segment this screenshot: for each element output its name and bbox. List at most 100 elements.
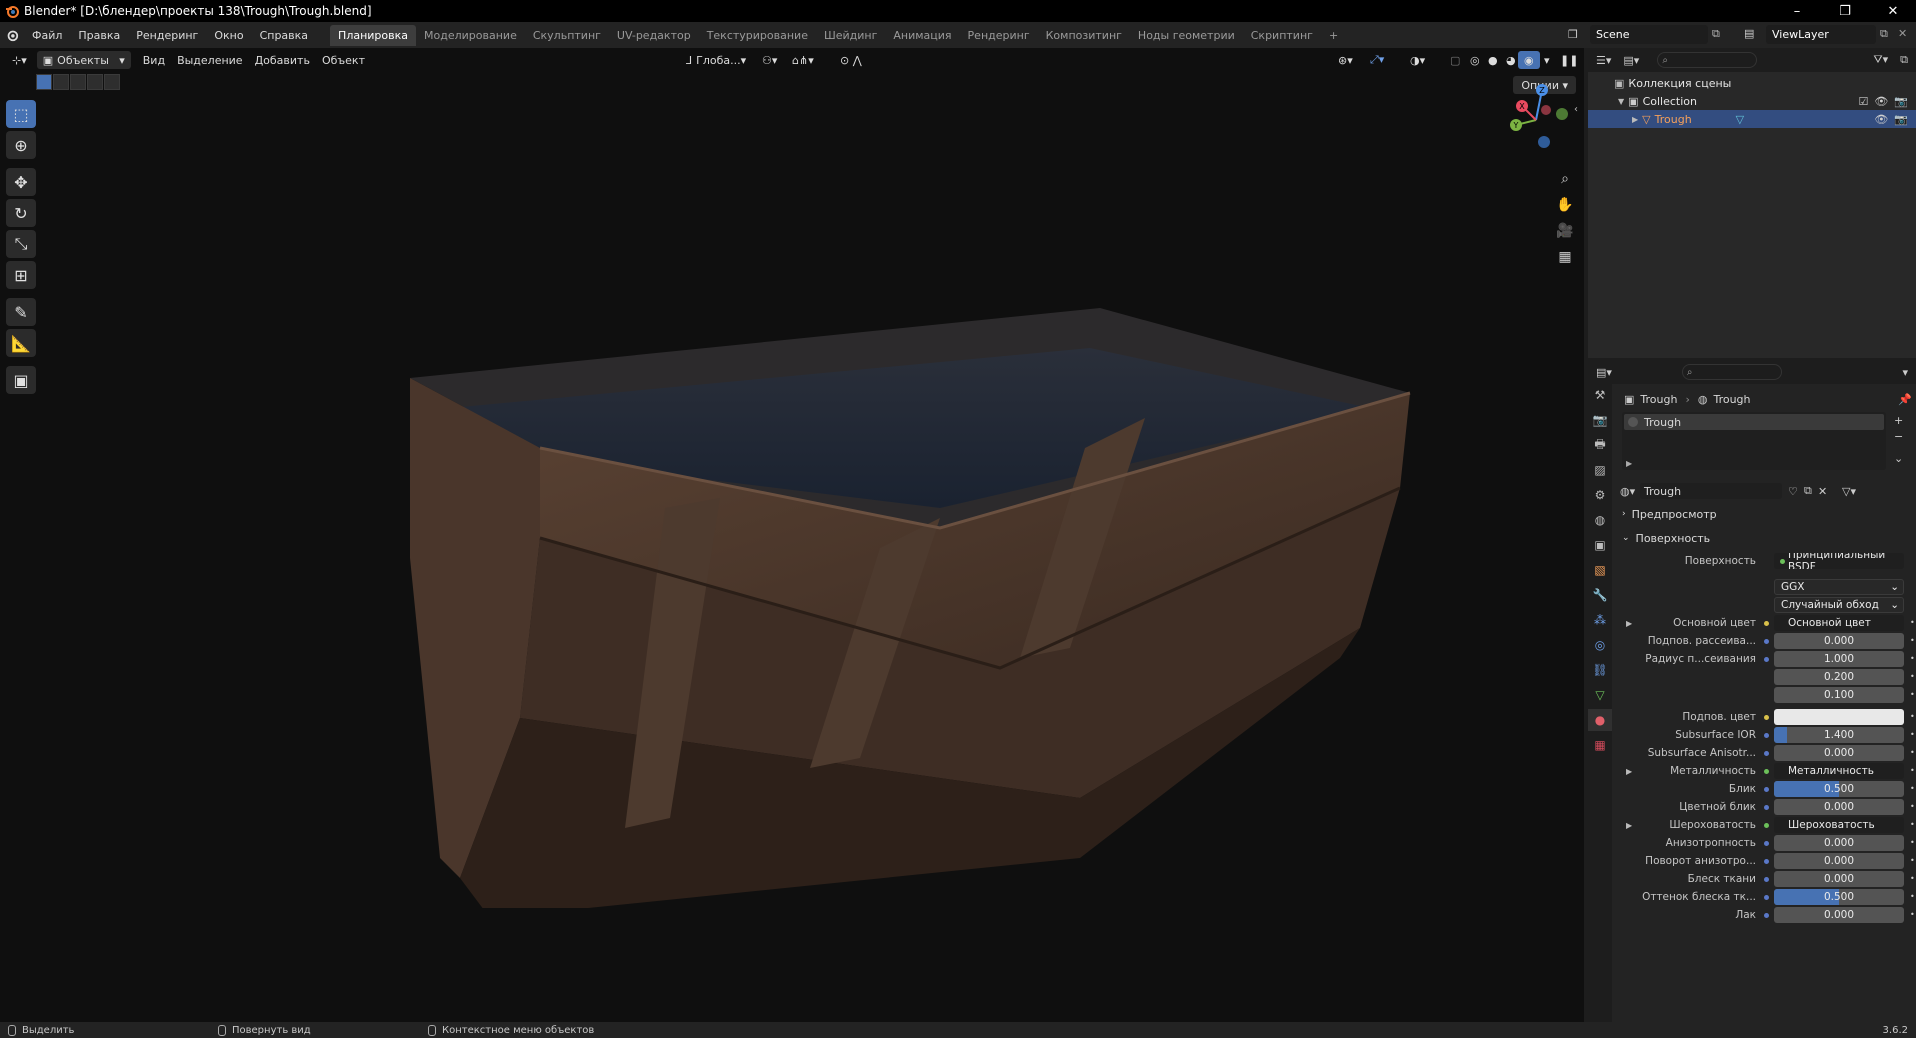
socket-dot-icon[interactable]: [1761, 874, 1771, 884]
render-camera-icon[interactable]: 📷: [1894, 113, 1908, 126]
keyframe-dot-icon[interactable]: •: [1910, 785, 1916, 793]
new-view-layer-icon[interactable]: ⧉: [1880, 27, 1888, 41]
particles-tab-icon[interactable]: ⁂: [1588, 609, 1612, 631]
bsdf-row-field[interactable]: 0.100: [1774, 687, 1904, 703]
bsdf-row-field[interactable]: 0.500: [1774, 781, 1904, 797]
surface-panel-header[interactable]: ⌄ Поверхность: [1618, 528, 1916, 548]
maximize-button[interactable]: ❐: [1822, 0, 1868, 22]
expand-collection-icon[interactable]: ▼: [1618, 97, 1624, 106]
menu-object[interactable]: Объект: [316, 51, 371, 69]
view-layer-field[interactable]: ViewLayer: [1766, 25, 1876, 44]
tab-shading[interactable]: Шейдинг: [816, 25, 885, 46]
bsdf-row-field[interactable]: 0.000: [1774, 835, 1904, 851]
bsdf-row-field[interactable]: [1774, 709, 1904, 725]
mode-dropdown[interactable]: ▣ Объекты ▾: [36, 51, 131, 69]
close-button[interactable]: ✕: [1870, 0, 1916, 22]
material-slot-item[interactable]: Trough: [1624, 414, 1884, 430]
bsdf-row-field[interactable]: Металличность: [1774, 763, 1904, 779]
view-layer-icon[interactable]: ▤: [1744, 27, 1754, 40]
socket-dot-icon[interactable]: [1761, 892, 1771, 902]
bsdf-row-field[interactable]: 0.000: [1774, 745, 1904, 761]
select-new-icon[interactable]: [36, 74, 52, 90]
tab-sculpting[interactable]: Скульптинг: [525, 25, 609, 46]
rendered-shading-icon[interactable]: ◉: [1518, 51, 1540, 69]
visibility-eye-icon[interactable]: 👁: [1874, 95, 1888, 108]
tab-texture-paint[interactable]: Текстурирование: [699, 25, 816, 46]
keyframe-dot-icon[interactable]: •: [1910, 713, 1916, 721]
outliner-scene-collection[interactable]: ▣ Коллекция сцены: [1588, 74, 1916, 92]
menu-add[interactable]: Добавить: [249, 51, 316, 69]
socket-dot-icon[interactable]: [1761, 802, 1771, 812]
keyframe-dot-icon[interactable]: •: [1910, 857, 1916, 865]
duplicate-material-icon[interactable]: ⧉: [1804, 484, 1812, 498]
keyframe-dot-icon[interactable]: •: [1910, 839, 1916, 847]
mesh-data-tab-icon[interactable]: ▽: [1588, 684, 1612, 706]
menu-view[interactable]: Вид: [137, 51, 171, 69]
browse-material-icon[interactable]: ◍▾: [1620, 485, 1635, 498]
socket-dot-icon[interactable]: [1761, 618, 1771, 628]
new-collection-icon[interactable]: ⧉: [1900, 53, 1908, 67]
navigation-gizmo[interactable]: Z Y X: [1496, 80, 1576, 160]
annotate-tool[interactable]: ✎: [6, 298, 36, 326]
tab-compositing[interactable]: Композитинг: [1038, 25, 1130, 46]
add-workspace-button[interactable]: +: [1321, 25, 1346, 46]
filter-icon[interactable]: ⛛▾: [1873, 53, 1888, 67]
pivot-icon[interactable]: ⚇▾: [756, 51, 783, 69]
select-subtract-icon[interactable]: [70, 74, 86, 90]
tool-tab-icon[interactable]: ⚒: [1588, 384, 1612, 406]
transform-orientation-dropdown[interactable]: ⅃ Глоба... ▾: [680, 51, 752, 69]
view-layer-tab-icon[interactable]: ▨: [1588, 459, 1612, 481]
select-box-tool[interactable]: ⬚: [6, 100, 36, 128]
menu-select[interactable]: Выделение: [171, 51, 249, 69]
socket-dot-icon[interactable]: [1761, 820, 1771, 830]
ortho-toggle-icon[interactable]: ▦: [1554, 246, 1576, 268]
3d-viewport[interactable]: ⊹▾ ▣ Объекты ▾ Вид Выделение Добавить Об…: [0, 48, 1584, 1022]
scene-field[interactable]: Scene: [1590, 25, 1708, 44]
modifier-tab-icon[interactable]: 🔧: [1588, 584, 1612, 606]
object-tab-icon[interactable]: ▧: [1588, 559, 1612, 581]
keyframe-dot-icon[interactable]: •: [1910, 731, 1916, 739]
visibility-icon[interactable]: ⊛▾: [1332, 51, 1359, 69]
minimize-button[interactable]: –: [1774, 0, 1820, 22]
collection-tab-icon[interactable]: ▣: [1588, 534, 1612, 556]
move-tool[interactable]: ✥: [6, 168, 36, 196]
tab-modeling[interactable]: Моделирование: [416, 25, 525, 46]
keyframe-dot-icon[interactable]: •: [1910, 911, 1916, 919]
bsdf-row-field[interactable]: 0.000: [1774, 871, 1904, 887]
menu-window[interactable]: Окно: [206, 29, 251, 42]
bsdf-row-field[interactable]: 0.000: [1774, 907, 1904, 923]
distribution-dropdown[interactable]: GGX ⌄: [1774, 579, 1904, 595]
socket-dot-icon[interactable]: [1761, 784, 1771, 794]
surface-shader-field[interactable]: Принципиальный BSDF: [1774, 553, 1904, 569]
socket-dot-icon[interactable]: [1761, 636, 1771, 646]
tab-uv-editing[interactable]: UV-редактор: [609, 25, 699, 46]
scale-tool[interactable]: ⤡: [6, 230, 36, 258]
pan-hand-icon[interactable]: ✋: [1554, 194, 1576, 216]
rotate-tool[interactable]: ↻: [6, 199, 36, 227]
tab-scripting[interactable]: Скриптинг: [1243, 25, 1321, 46]
socket-dot-icon[interactable]: [1761, 748, 1771, 758]
socket-dot-icon[interactable]: [1761, 856, 1771, 866]
physics-tab-icon[interactable]: ◎: [1588, 634, 1612, 656]
tab-layout[interactable]: Планировка: [330, 24, 417, 46]
fake-user-icon[interactable]: ♡: [1788, 485, 1798, 498]
expand-object-icon[interactable]: ▶: [1632, 115, 1638, 124]
measure-tool[interactable]: 📐: [6, 329, 36, 357]
keyframe-dot-icon[interactable]: •: [1910, 875, 1916, 883]
slot-specials-button[interactable]: ⌄: [1894, 452, 1903, 465]
overlay-toggle-icon[interactable]: ◑▾: [1404, 51, 1431, 69]
pause-render-icon[interactable]: ❚❚: [1554, 51, 1584, 69]
remove-slot-button[interactable]: −: [1894, 430, 1903, 443]
transform-tool[interactable]: ⊞: [6, 261, 36, 289]
mesh-data-icon[interactable]: ▽: [1736, 113, 1744, 126]
proportional-edit-icon[interactable]: ⊙ ⋀: [834, 51, 868, 69]
pin-icon[interactable]: 📌: [1898, 393, 1912, 406]
shading-options-icon[interactable]: ▾: [1538, 51, 1556, 69]
world-tab-icon[interactable]: ◍: [1588, 509, 1612, 531]
keyframe-dot-icon[interactable]: •: [1910, 619, 1916, 627]
bsdf-row-field[interactable]: 1.000: [1774, 651, 1904, 667]
socket-dot-icon[interactable]: [1761, 766, 1771, 776]
outliner-collection[interactable]: ▼ ▣ Collection ☑ 👁 📷: [1588, 92, 1916, 110]
tab-animation[interactable]: Анимация: [885, 25, 959, 46]
menu-edit[interactable]: Правка: [70, 29, 128, 42]
